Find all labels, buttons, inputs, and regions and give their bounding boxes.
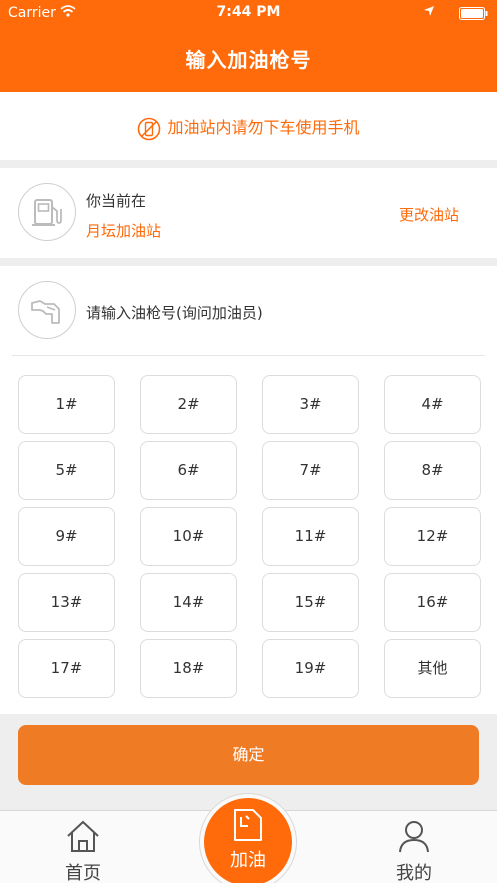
current-station-label: 你当前在 [86, 192, 147, 210]
status-bar: Carrier 7:44 PM [0, 0, 497, 26]
tab-bar: 首页 加油 我的 [0, 793, 497, 883]
pump-number-button[interactable]: 19# [262, 639, 359, 698]
pump-prompt-label: 请输入油枪号(询问加油员) [86, 304, 263, 322]
no-phone-icon [138, 117, 161, 140]
pump-number-button[interactable]: 6# [140, 441, 237, 500]
pump-number-button[interactable]: 13# [18, 573, 115, 632]
pump-number-button[interactable]: 11# [262, 507, 359, 566]
tab-fuel[interactable]: 加油 [204, 798, 292, 883]
pump-number-button[interactable]: 17# [18, 639, 115, 698]
tab-mine[interactable]: 我的 [364, 819, 464, 883]
pump-number-button[interactable]: 其他 [384, 639, 481, 698]
pump-number-button[interactable]: 7# [262, 441, 359, 500]
tab-mine-label: 我的 [396, 863, 432, 883]
pump-number-button[interactable]: 9# [18, 507, 115, 566]
location-arrow-icon [423, 5, 435, 21]
pump-number-button[interactable]: 5# [18, 441, 115, 500]
tab-home[interactable]: 首页 [33, 819, 133, 883]
divider [12, 355, 485, 356]
pump-number-button[interactable]: 10# [140, 507, 237, 566]
pump-number-button[interactable]: 4# [384, 375, 481, 434]
pump-number-button[interactable]: 15# [262, 573, 359, 632]
fuel-tab-icon [234, 809, 262, 841]
confirm-button[interactable]: 确定 [18, 725, 479, 785]
pump-number-button[interactable]: 12# [384, 507, 481, 566]
tab-fuel-label: 加油 [230, 850, 266, 871]
app-header: Carrier 7:44 PM 输入加油枪号 [0, 0, 497, 92]
current-station-name: 月坛加油站 [86, 222, 162, 240]
home-icon [67, 820, 99, 852]
pump-number-button[interactable]: 1# [18, 375, 115, 434]
page-title: 输入加油枪号 [185, 48, 312, 72]
tab-home-label: 首页 [65, 863, 101, 883]
pump-number-button[interactable]: 14# [140, 573, 237, 632]
change-station-button[interactable]: 更改油站 [399, 204, 459, 225]
pump-selection-section: 请输入油枪号(询问加油员) 1# 2# 3# 4# 5# 6# 7# 8# 9# 10# 11# 12… [0, 266, 497, 714]
pump-number-button[interactable]: 16# [384, 573, 481, 632]
pump-number-grid: 1# 2# 3# 4# 5# 6# 7# 8# 9# 10# 11# 12# 13# 14# 15# 16# 1… [18, 375, 481, 698]
pump-number-button[interactable]: 8# [384, 441, 481, 500]
notice-banner: 加油站内请勿下车使用手机 [0, 92, 497, 160]
battery-icon [459, 7, 489, 24]
pump-number-button[interactable]: 3# [262, 375, 359, 434]
pump-number-button[interactable]: 18# [140, 639, 237, 698]
fuel-nozzle-icon [18, 281, 76, 339]
notice-text: 加油站内请勿下车使用手机 [167, 118, 360, 137]
fuel-station-icon [18, 183, 76, 241]
pump-number-button[interactable]: 2# [140, 375, 237, 434]
current-station-section: 你当前在 月坛加油站 更改油站 [0, 168, 497, 258]
user-icon [399, 821, 429, 853]
